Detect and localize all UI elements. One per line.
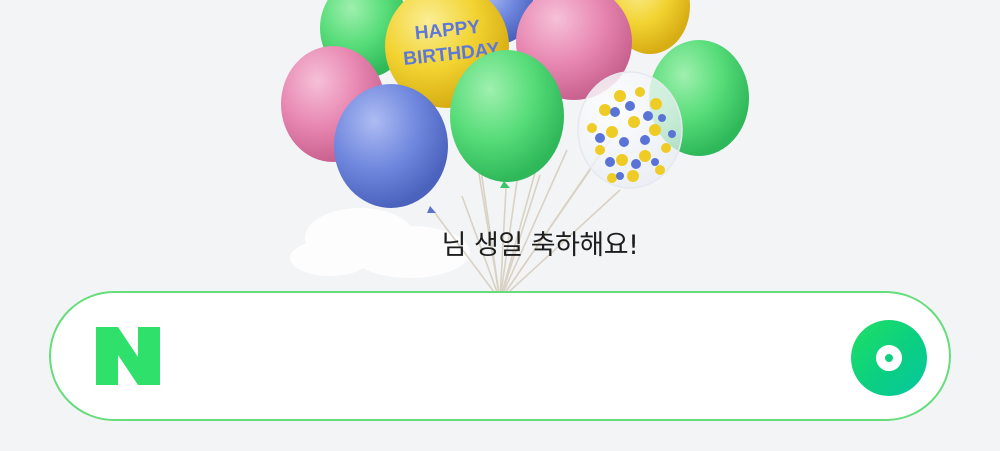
birthday-message: 님 생일 축하해요! [441,230,639,261]
naver-logo-icon [96,327,160,385]
balloon-green-center [450,50,564,188]
search-input[interactable] [191,333,835,385]
balloon-confetti [577,71,683,189]
search-bar[interactable] [49,291,951,421]
search-ring-icon [876,345,902,371]
balloon-blue-front [334,84,448,213]
search-button[interactable] [851,320,927,396]
birthday-search-page: HAPPY BIRTHDAY 님 생일 축하해요! [0,0,1000,451]
